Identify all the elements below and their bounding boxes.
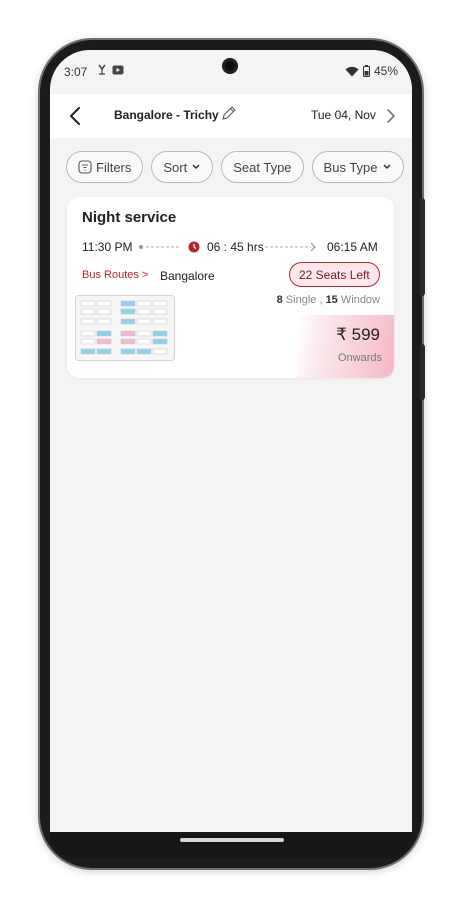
service-name: Night service xyxy=(82,209,177,226)
arrival-time: 06:15 AM xyxy=(327,240,378,254)
route-title: Bangalore - Trichy xyxy=(114,108,219,122)
back-arrow-icon[interactable] xyxy=(64,104,88,128)
bus-type-chip-label: Bus Type xyxy=(323,159,378,175)
seat-type-chip[interactable]: Seat Type xyxy=(221,151,304,183)
volume-button xyxy=(420,198,425,296)
battery-percentage: 45% xyxy=(373,64,398,78)
window-seat-label: Window xyxy=(340,294,380,306)
single-seat-label: Single xyxy=(285,294,317,306)
app-screen: 3:07 45% Bangalore - Trichy Tue 04, Nov … xyxy=(50,50,412,832)
bus-result-card[interactable]: Night service 11:30 PM 06 : 45 hrs 06:15… xyxy=(67,197,394,378)
edit-pencil-icon[interactable] xyxy=(220,104,238,122)
battery-icon xyxy=(362,65,370,77)
sort-chip-label: Sort xyxy=(163,159,188,175)
chevron-down-icon xyxy=(192,164,200,170)
trip-duration: 06 : 45 hrs xyxy=(207,240,264,254)
single-seat-count: 8 xyxy=(276,294,283,306)
system-icons: 45% xyxy=(345,64,398,78)
departure-time: 11:30 PM xyxy=(82,240,133,254)
notification-icons xyxy=(97,64,124,75)
chevron-down-icon xyxy=(382,164,391,170)
download-icon xyxy=(98,64,106,75)
next-date-chevron-icon[interactable] xyxy=(384,106,398,126)
bus-type-chip[interactable]: Bus Type xyxy=(311,151,404,183)
app-header: Bangalore - Trichy Tue 04, Nov xyxy=(50,94,412,138)
phone-bottom-bezel xyxy=(50,832,412,858)
seats-left-badge: 22 Seats Left xyxy=(289,262,380,287)
filter-chip-row: Filters Sort Seat Type Bus Type xyxy=(66,151,412,187)
price-onwards-label: Onwards xyxy=(337,352,382,364)
wifi-icon xyxy=(345,66,359,76)
filters-chip[interactable]: Filters xyxy=(66,151,144,183)
window-seat-count: 15 xyxy=(325,294,338,306)
seat-split-separator: , xyxy=(319,294,323,306)
origin-city: Bangalore xyxy=(160,269,215,283)
home-indicator[interactable] xyxy=(180,838,284,842)
travel-date[interactable]: Tue 04, Nov xyxy=(311,108,376,122)
status-time: 3:07 xyxy=(64,65,88,79)
filter-icon xyxy=(78,160,92,174)
seat-type-chip-label: Seat Type xyxy=(233,159,292,175)
seat-split-info: 8 Single , 15 Window xyxy=(277,294,380,306)
sort-chip[interactable]: Sort xyxy=(151,151,214,183)
price-panel: ₹ 599 Onwards xyxy=(297,315,394,378)
app-notification-icon xyxy=(112,65,124,74)
power-button xyxy=(420,344,425,400)
fare-price: ₹ 599 xyxy=(336,325,380,344)
clock-icon xyxy=(188,241,200,253)
filters-chip-label: Filters xyxy=(96,159,132,175)
bus-routes-link[interactable]: Bus Routes > xyxy=(82,269,148,281)
seat-layout-preview[interactable] xyxy=(75,295,175,361)
front-camera xyxy=(222,58,238,74)
